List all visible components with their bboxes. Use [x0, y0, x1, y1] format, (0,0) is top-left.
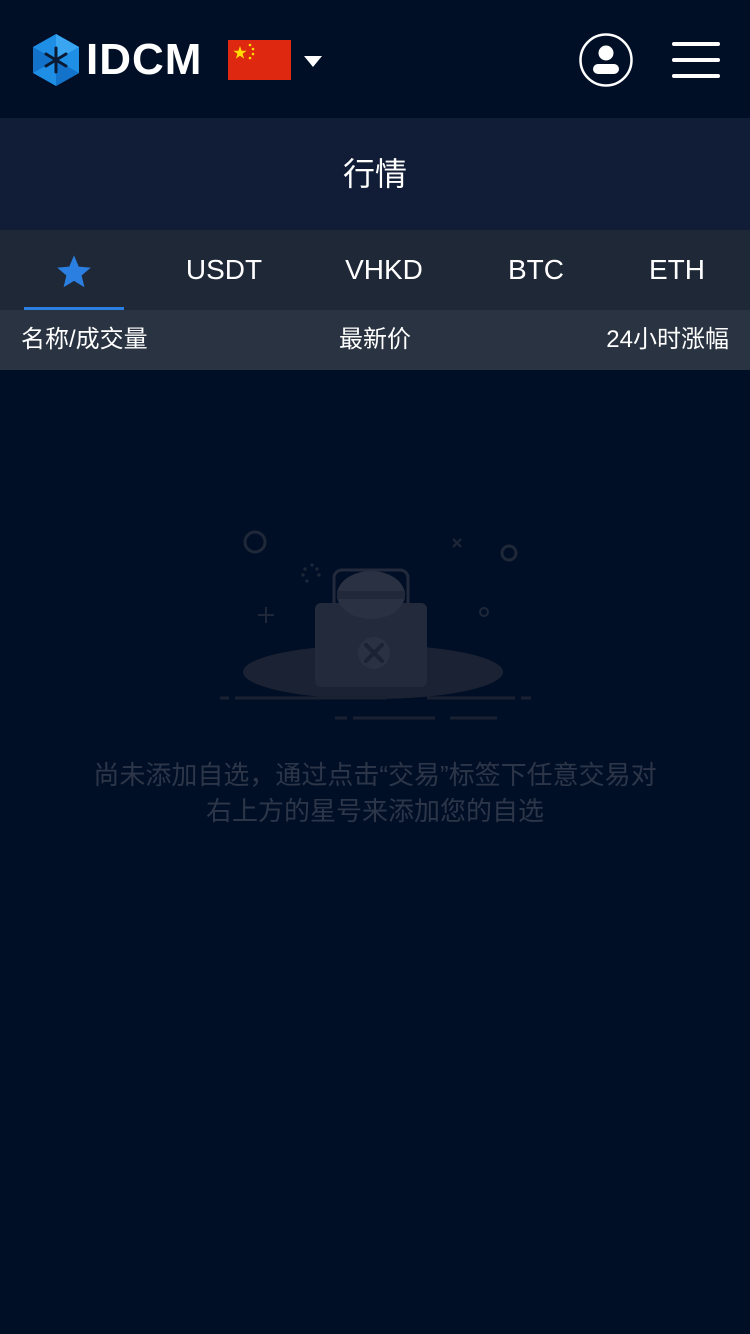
tab-favorites[interactable] [24, 230, 124, 310]
tab-usdt[interactable]: USDT [174, 230, 274, 310]
empty-state-illustration [215, 525, 535, 725]
tab-eth[interactable]: ETH [627, 230, 727, 310]
star-icon [57, 255, 91, 288]
column-header: 名称/成交量 最新价 24小时涨幅 [0, 310, 750, 370]
empty-state-line-2: 右上方的星号来添加您的自选 [205, 796, 544, 826]
menu-icon[interactable] [672, 40, 720, 80]
tab-vhkd[interactable]: VHKD [334, 230, 434, 310]
china-flag-icon[interactable] [228, 40, 291, 80]
user-icon[interactable] [579, 33, 633, 87]
logo-text[interactable]: IDCM [86, 36, 202, 84]
empty-state-line-1: 尚未添加自选，通过点击“交易”标签下任意交易对 [93, 760, 657, 790]
page-title: 行情 [342, 156, 407, 192]
market-tabs: USDT VHKD BTC ETH [0, 230, 750, 310]
tab-btc[interactable]: BTC [486, 230, 586, 310]
top-navigation-bar: IDCM [0, 0, 750, 118]
chevron-down-icon[interactable] [304, 55, 322, 67]
logo-icon[interactable] [33, 34, 79, 86]
page-title-bar: 行情 [0, 118, 750, 230]
empty-state-message: 尚未添加自选，通过点击“交易”标签下任意交易对 右上方的星号来添加您的自选 [40, 757, 710, 829]
column-24h-change[interactable]: 24小时涨幅 [606, 310, 729, 370]
